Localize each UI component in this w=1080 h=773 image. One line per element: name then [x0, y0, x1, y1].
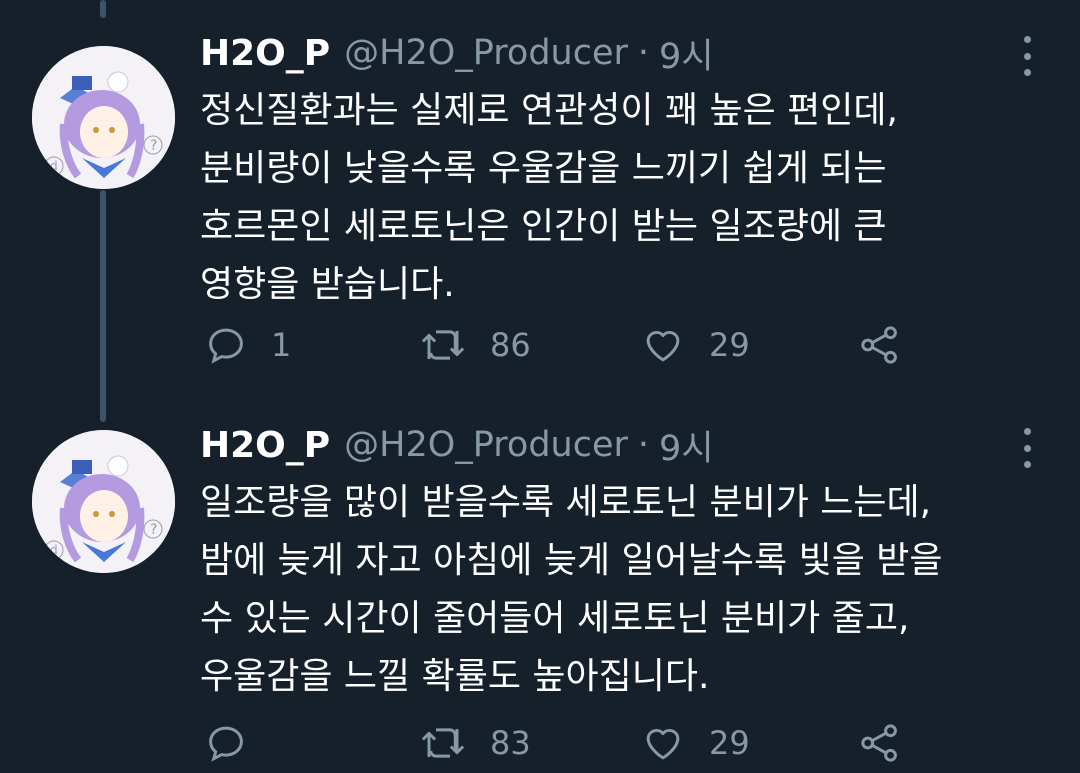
retweet-icon	[421, 330, 465, 360]
tweet-text-line: 우울감을 느낄 확률도 높아집니다.	[200, 656, 710, 697]
user-handle[interactable]: @H2O_Producer	[344, 33, 628, 73]
tweet-text-line: 수 있는 시간이 줄어들어 세로토닌 분비가 줄고,	[200, 598, 910, 639]
share-button[interactable]	[858, 718, 902, 768]
reply-button[interactable]: 1	[205, 320, 291, 370]
share-icon	[861, 724, 897, 762]
share-button[interactable]	[858, 320, 902, 370]
like-button[interactable]: 29	[641, 320, 750, 370]
tweet-text-line: 밤에 늦게 자고 아침에 늦게 일어날수록 빛을 받을	[200, 540, 943, 581]
avatar[interactable]: ? d	[32, 46, 175, 189]
timeline: ? d H2O_P @H2O_Producer · 9시 정신질환과는 실제로 …	[0, 0, 1080, 773]
display-name[interactable]: H2O_P	[200, 33, 330, 74]
svg-text:d: d	[50, 543, 58, 557]
like-button[interactable]: 29	[641, 718, 750, 768]
avatar-image: ? d	[32, 430, 175, 573]
timestamp[interactable]: 9시	[659, 28, 713, 79]
tweet-header: H2O_P @H2O_Producer · 9시	[200, 28, 714, 79]
tweet-actions: 83 29	[205, 718, 925, 768]
avatar[interactable]: ? d	[32, 430, 175, 573]
thread-line	[100, 0, 106, 18]
avatar-image: ? d	[32, 46, 175, 189]
timestamp[interactable]: 9시	[659, 420, 713, 471]
tweet-text: 일조량을 많이 받을수록 세로토닌 분비가 느는데, 밤에 늦게 자고 아침에 …	[200, 474, 1020, 706]
tweet-text-line: 분비량이 낮을수록 우울감을 느끼기 쉽게 되는	[200, 148, 887, 189]
tweet-header: H2O_P @H2O_Producer · 9시	[200, 420, 714, 471]
retweet-button[interactable]: 83	[420, 718, 531, 768]
reply-icon	[209, 726, 243, 762]
reply-icon	[209, 328, 243, 364]
svg-text:?: ?	[150, 522, 157, 538]
retweet-icon	[421, 728, 465, 758]
tweet[interactable]: ? d H2O_P @H2O_Producer · 9시 일조량을 많이 받을수…	[0, 422, 1080, 773]
separator: ·	[637, 425, 650, 465]
reply-button[interactable]	[205, 718, 271, 768]
tweet-text-line: 정신질환과는 실제로 연관성이 꽤 높은 편인데,	[200, 90, 898, 131]
tweet-text: 정신질환과는 실제로 연관성이 꽤 높은 편인데, 분비량이 낮을수록 우울감을…	[200, 82, 1020, 314]
separator: ·	[637, 33, 650, 73]
retweet-count: 83	[490, 724, 531, 762]
retweet-count: 86	[490, 326, 531, 364]
more-vertical-icon[interactable]	[1010, 36, 1044, 76]
tweet-actions: 1 86 29	[205, 320, 925, 370]
tweet-text-line: 영향을 받습니다.	[200, 264, 455, 305]
like-count: 29	[709, 326, 750, 364]
svg-text:d: d	[50, 159, 58, 173]
tweet-text-line: 일조량을 많이 받을수록 세로토닌 분비가 느는데,	[200, 482, 932, 523]
svg-text:?: ?	[150, 138, 157, 154]
heart-icon	[646, 331, 680, 362]
display-name[interactable]: H2O_P	[200, 425, 330, 466]
retweet-button[interactable]: 86	[420, 320, 531, 370]
tweet[interactable]: ? d H2O_P @H2O_Producer · 9시 정신질환과는 실제로 …	[0, 30, 1080, 390]
reply-count: 1	[271, 326, 292, 364]
user-handle[interactable]: @H2O_Producer	[344, 425, 628, 465]
share-icon	[861, 326, 897, 364]
tweet-text-line: 호르몬인 세로토닌은 인간이 받는 일조량에 큰	[200, 206, 887, 247]
like-count: 29	[709, 724, 750, 762]
more-vertical-icon[interactable]	[1010, 428, 1044, 468]
heart-icon	[646, 729, 680, 760]
